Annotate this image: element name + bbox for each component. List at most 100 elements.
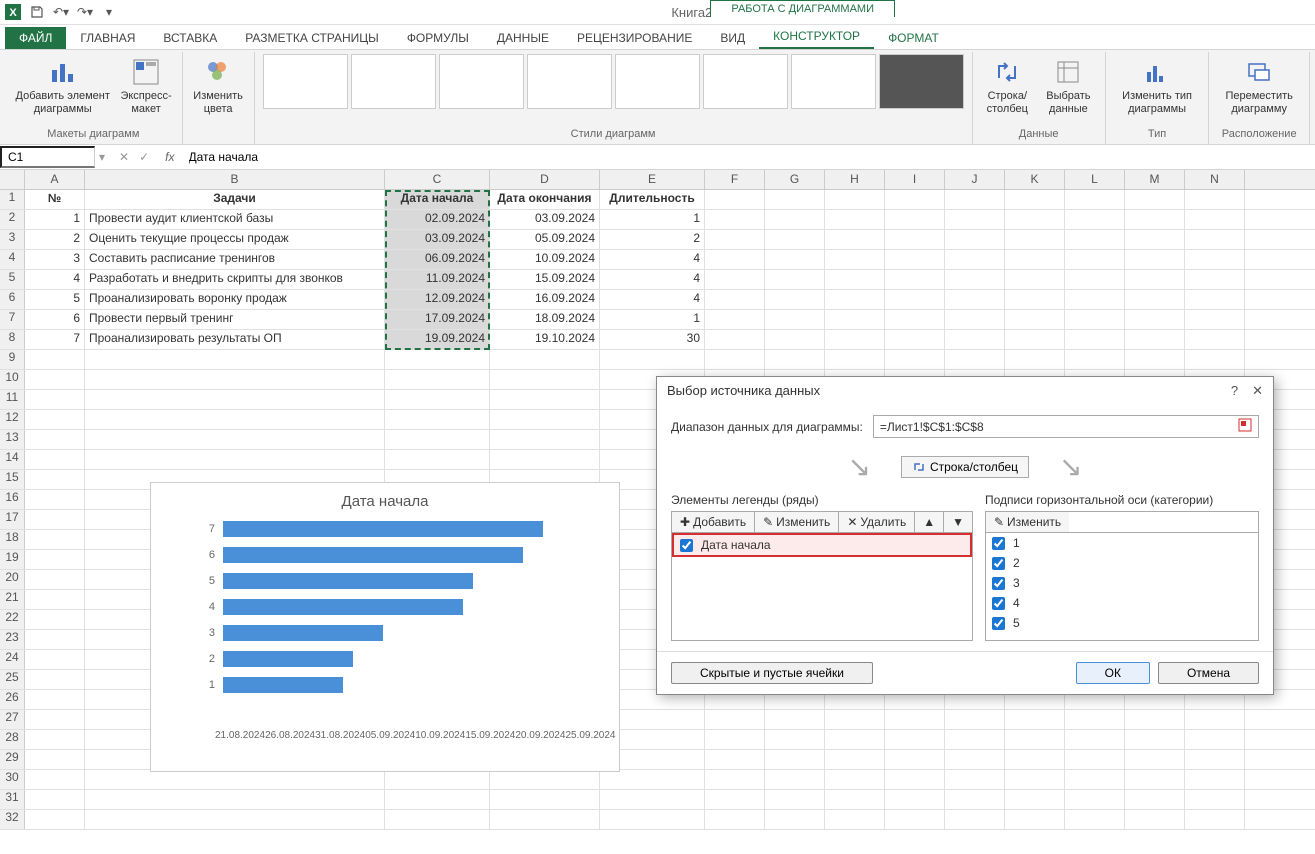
cell[interactable]: 7: [25, 330, 85, 349]
cell[interactable]: [25, 690, 85, 709]
ok-button[interactable]: ОК: [1076, 662, 1150, 684]
cell[interactable]: [490, 410, 600, 429]
row-header[interactable]: 24: [0, 650, 25, 669]
cell[interactable]: [705, 310, 765, 329]
cell[interactable]: [765, 810, 825, 829]
series-list[interactable]: Дата начала: [671, 533, 973, 641]
cell[interactable]: [1185, 710, 1245, 729]
col-header-D[interactable]: D: [490, 170, 600, 189]
cell[interactable]: [825, 770, 885, 789]
chart-style-7[interactable]: [791, 54, 876, 109]
cell[interactable]: [1005, 190, 1065, 209]
cell[interactable]: [490, 370, 600, 389]
cell[interactable]: [25, 590, 85, 609]
cancel-button[interactable]: Отмена: [1158, 662, 1259, 684]
cell[interactable]: [705, 290, 765, 309]
cell[interactable]: [1065, 250, 1125, 269]
cell[interactable]: [85, 390, 385, 409]
cell[interactable]: [1005, 790, 1065, 809]
row-header[interactable]: 13: [0, 430, 25, 449]
cell[interactable]: [1005, 270, 1065, 289]
cell[interactable]: [825, 790, 885, 809]
cell[interactable]: 19.09.2024: [385, 330, 490, 349]
cell[interactable]: [705, 710, 765, 729]
cell[interactable]: 19.10.2024: [490, 330, 600, 349]
cell[interactable]: [885, 770, 945, 789]
cell[interactable]: [1005, 750, 1065, 769]
cell[interactable]: [1185, 770, 1245, 789]
col-header-A[interactable]: A: [25, 170, 85, 189]
row-header[interactable]: 30: [0, 770, 25, 789]
cell[interactable]: 10.09.2024: [490, 250, 600, 269]
cell[interactable]: [765, 350, 825, 369]
cell[interactable]: [825, 310, 885, 329]
cell[interactable]: [705, 750, 765, 769]
cell[interactable]: [705, 250, 765, 269]
cell[interactable]: [1005, 290, 1065, 309]
cell[interactable]: [490, 390, 600, 409]
category-checkbox[interactable]: [992, 577, 1005, 590]
cell[interactable]: [825, 270, 885, 289]
row-header[interactable]: 18: [0, 530, 25, 549]
cell[interactable]: [600, 350, 705, 369]
cell[interactable]: [385, 450, 490, 469]
cell[interactable]: Длительность: [600, 190, 705, 209]
quick-layout-button[interactable]: Экспресс-макет: [118, 54, 173, 118]
cell[interactable]: [825, 290, 885, 309]
cell[interactable]: [885, 750, 945, 769]
cell[interactable]: [1065, 230, 1125, 249]
category-item[interactable]: 1: [986, 533, 1258, 553]
col-header-L[interactable]: L: [1065, 170, 1125, 189]
name-box-dropdown-icon[interactable]: ▾: [95, 150, 109, 164]
cell[interactable]: [705, 770, 765, 789]
cell[interactable]: [825, 350, 885, 369]
series-item[interactable]: Дата начала: [672, 533, 972, 557]
cell[interactable]: [1065, 810, 1125, 829]
cell[interactable]: [85, 790, 385, 809]
cell[interactable]: [85, 410, 385, 429]
cell[interactable]: [600, 810, 705, 829]
col-header-B[interactable]: B: [85, 170, 385, 189]
row-header[interactable]: 29: [0, 750, 25, 769]
cell[interactable]: [25, 770, 85, 789]
cell[interactable]: [1125, 210, 1185, 229]
cell[interactable]: [885, 310, 945, 329]
cell[interactable]: [945, 770, 1005, 789]
cell[interactable]: [1125, 310, 1185, 329]
col-header-H[interactable]: H: [825, 170, 885, 189]
row-header[interactable]: 31: [0, 790, 25, 809]
cell[interactable]: [490, 790, 600, 809]
cell[interactable]: Проанализировать результаты ОП: [85, 330, 385, 349]
cell[interactable]: [1125, 270, 1185, 289]
cell[interactable]: 03.09.2024: [490, 210, 600, 229]
row-header[interactable]: 1: [0, 190, 25, 209]
row-header[interactable]: 8: [0, 330, 25, 349]
cell[interactable]: [945, 250, 1005, 269]
row-header[interactable]: 14: [0, 450, 25, 469]
cell[interactable]: [945, 810, 1005, 829]
cell[interactable]: [1065, 770, 1125, 789]
cell[interactable]: [1185, 270, 1245, 289]
close-icon[interactable]: ✕: [1252, 383, 1263, 399]
cell[interactable]: [1185, 350, 1245, 369]
cell[interactable]: 2: [600, 230, 705, 249]
cell[interactable]: [1005, 250, 1065, 269]
cell[interactable]: 16.09.2024: [490, 290, 600, 309]
cell[interactable]: [945, 230, 1005, 249]
cell[interactable]: [1005, 710, 1065, 729]
cell[interactable]: [1005, 310, 1065, 329]
cell[interactable]: 02.09.2024: [385, 210, 490, 229]
cell[interactable]: [25, 790, 85, 809]
cell[interactable]: [25, 470, 85, 489]
cell[interactable]: [1065, 710, 1125, 729]
chart-style-1[interactable]: [263, 54, 348, 109]
row-header[interactable]: 25: [0, 670, 25, 689]
cell[interactable]: 6: [25, 310, 85, 329]
col-header-G[interactable]: G: [765, 170, 825, 189]
cell[interactable]: 5: [25, 290, 85, 309]
col-header-I[interactable]: I: [885, 170, 945, 189]
cell[interactable]: [765, 230, 825, 249]
cell[interactable]: [825, 330, 885, 349]
cell[interactable]: [600, 790, 705, 809]
cell[interactable]: [1185, 210, 1245, 229]
